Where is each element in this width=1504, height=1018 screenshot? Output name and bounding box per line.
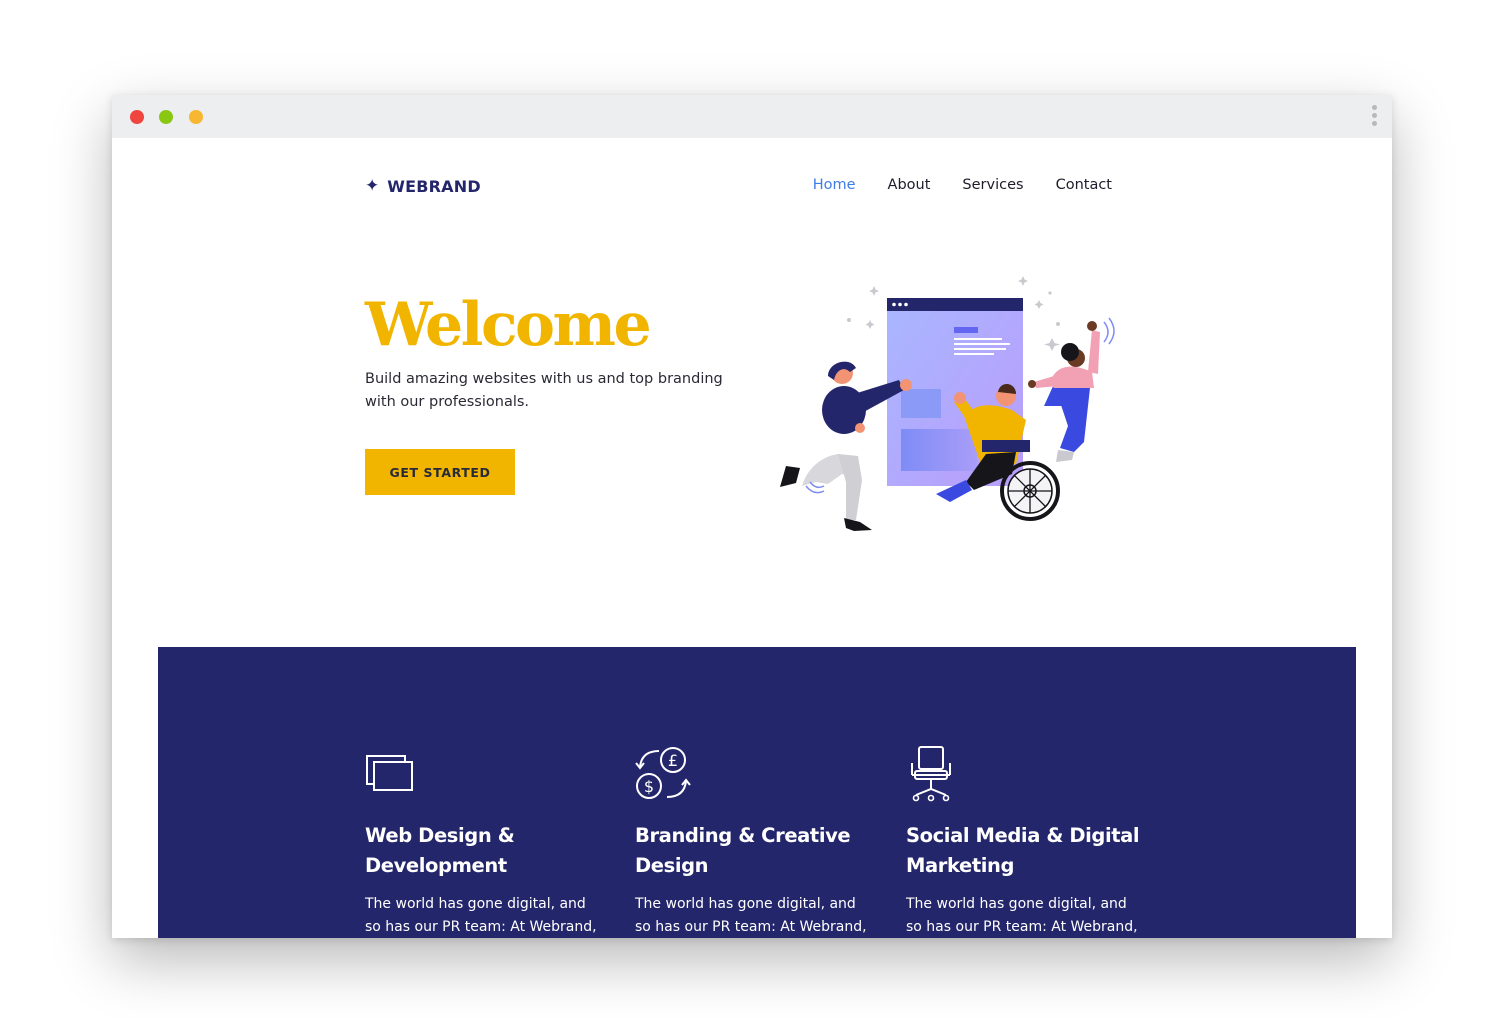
service-title: Web Design & Development bbox=[365, 824, 515, 877]
get-started-button[interactable]: GET STARTED bbox=[365, 449, 515, 495]
minimize-window-button[interactable] bbox=[189, 110, 203, 124]
main-nav: Home About Services Contact bbox=[813, 177, 1112, 193]
service-description: The world has gone digital, and so has o… bbox=[906, 896, 1138, 935]
currency-exchange-icon: £ $ bbox=[635, 747, 691, 799]
browser-window: ✦ WEBRAND Home About Services Contact We… bbox=[112, 95, 1392, 938]
sparkle-icon: ✦ bbox=[365, 176, 380, 196]
nav-item-about[interactable]: About bbox=[888, 177, 931, 193]
brand-logo[interactable]: ✦ WEBRAND bbox=[365, 176, 481, 196]
maximize-window-button[interactable] bbox=[159, 110, 173, 124]
close-window-button[interactable] bbox=[130, 110, 144, 124]
nav-item-home[interactable]: Home bbox=[813, 177, 856, 193]
service-description: The world has gone digital, and so has o… bbox=[635, 896, 867, 935]
service-description: The world has gone digital, and so has o… bbox=[365, 896, 597, 935]
svg-text:£: £ bbox=[668, 751, 678, 770]
more-options-icon[interactable] bbox=[1370, 105, 1378, 131]
webpage: ✦ WEBRAND Home About Services Contact We… bbox=[112, 138, 1392, 938]
window-titlebar bbox=[112, 95, 1392, 138]
service-title: Branding & Creative Design bbox=[635, 824, 851, 877]
nav-item-services[interactable]: Services bbox=[962, 177, 1023, 193]
nav-item-contact[interactable]: Contact bbox=[1056, 177, 1112, 193]
windows-icon bbox=[366, 755, 413, 791]
hero-title: Welcome bbox=[365, 290, 652, 360]
team-collaboration-illustration bbox=[780, 276, 1115, 531]
hero-subtitle: Build amazing websites with us and top b… bbox=[365, 371, 723, 410]
services-section: Web Design & Development The world has g… bbox=[158, 647, 1356, 938]
svg-text:$: $ bbox=[644, 777, 654, 796]
office-chair-icon bbox=[911, 746, 951, 802]
service-title: Social Media & Digital Marketing bbox=[906, 824, 1140, 877]
brand-name: WEBRAND bbox=[387, 176, 481, 196]
